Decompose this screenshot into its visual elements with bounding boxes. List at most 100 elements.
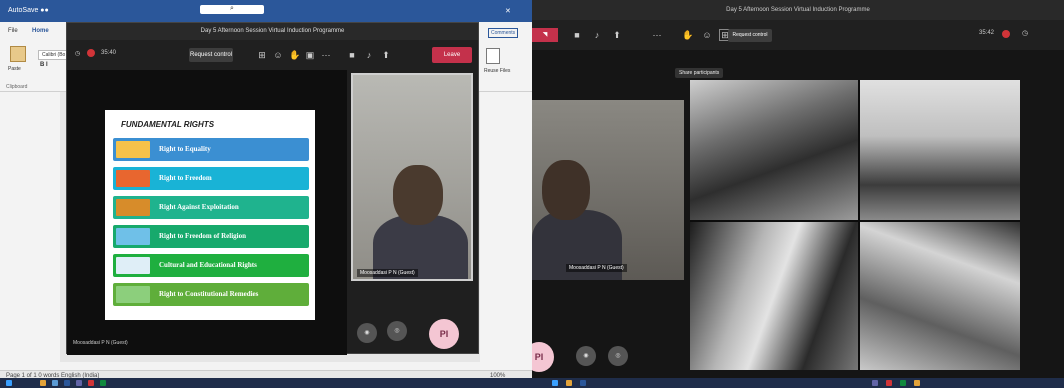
close-icon[interactable]: ✕ (505, 7, 511, 15)
participant-tile-icon[interactable]: ◎ (387, 321, 407, 341)
slide-item-thumbnail (116, 257, 150, 274)
presenter-name: Moosaddasi P N (Guest) (73, 340, 128, 346)
camera-icon[interactable]: ■ (347, 50, 357, 60)
teams-titlebar: Day 5 Afternoon Session Virtual Inductio… (67, 23, 478, 40)
slide-item-label: Right to Equality (159, 145, 211, 153)
meeting-info-icon[interactable]: ◷ (75, 50, 80, 57)
reuse-files-icon[interactable] (486, 48, 500, 64)
taskbar-app-icon[interactable] (566, 380, 572, 386)
word-titlebar: AutoSave ●● ⌕ ✕ (0, 0, 532, 22)
view-icon[interactable]: ▣ (305, 50, 315, 60)
word-search-icon[interactable]: ⌕ (200, 5, 264, 14)
slide-list-item: Cultural and Educational Rights (113, 254, 309, 277)
teams-meeting-controls: ◷ 35:40 Request control ⊞ ☺ ✋ ▣ ⋯ ■ ♪ ⬆ … (67, 40, 478, 70)
slide-item-thumbnail (116, 141, 150, 158)
windows-taskbar-2 (532, 378, 1064, 388)
tab-file[interactable]: File (8, 28, 18, 34)
share-icon[interactable]: ⬆ (612, 30, 622, 40)
taskbar-app-icon[interactable] (914, 380, 920, 386)
participant-name-tag: Moosaddasi P N (Guest) (357, 269, 418, 277)
paste-icon[interactable] (10, 46, 26, 62)
presentation-slide: FUNDAMENTAL RIGHTS Right to Equality Righ… (105, 110, 315, 320)
teams-titlebar-2: Day 5 Afternoon Session Virtual Inductio… (532, 0, 1064, 20)
taskbar-app-icon[interactable] (900, 380, 906, 386)
slide-item-thumbnail (116, 228, 150, 245)
avatar[interactable]: PI (532, 342, 554, 372)
participant-face (393, 165, 443, 225)
taskbar-app-icon[interactable] (88, 380, 94, 386)
shared-screen-stage: FUNDAMENTAL RIGHTS Right to Equality Righ… (67, 70, 347, 355)
comments-button[interactable]: Comments (488, 28, 519, 38)
taskbar-app-icon[interactable] (886, 380, 892, 386)
share-icon[interactable]: ⬆ (381, 50, 391, 60)
slide-item-label: Cultural and Educational Rights (159, 261, 257, 269)
taskbar-app-icon[interactable] (52, 380, 58, 386)
mic-icon[interactable]: ♪ (592, 30, 602, 40)
taskbar-app-icon[interactable] (580, 380, 586, 386)
slide-title: FUNDAMENTAL RIGHTS (121, 120, 215, 129)
group-photo (860, 80, 1020, 220)
autosave-label: AutoSave ●● (8, 7, 49, 14)
handover-photo (690, 222, 858, 370)
request-control-button[interactable]: Request control (189, 48, 233, 62)
windows-taskbar (0, 378, 532, 388)
meeting-timer-2: 35:42 (979, 30, 995, 36)
more-icon[interactable]: ⋯ (652, 30, 662, 40)
bold-icon[interactable]: B I (40, 62, 48, 68)
assembly-photo (690, 80, 858, 220)
slide-list-item: Right Against Exploitation (113, 196, 309, 219)
font-name-field[interactable]: Calibri (Bo (38, 50, 70, 60)
shared-photo-collage (690, 80, 1020, 370)
chat-icon[interactable]: ⊞ (257, 50, 267, 60)
slide-item-label: Right to Constitutional Remedies (159, 290, 259, 298)
slide-item-thumbnail (116, 170, 150, 187)
participant-tile-icon[interactable]: ◎ (608, 346, 628, 366)
left-screenshot: AutoSave ●● ⌕ ✕ File Home Paste Calibri … (0, 0, 532, 388)
clipboard-label: Clipboard (6, 84, 28, 90)
people-icon[interactable]: ☺ (273, 50, 283, 60)
slide-list-item: Right to Equality (113, 138, 309, 161)
slide-item-label: Right Against Exploitation (159, 203, 239, 211)
teams-meeting-controls-2: ◥ ■ ♪ ⬆ ⋯ ✋ ☺ ⊞ Request control 35:42 ◷ (532, 20, 1064, 50)
raise-hand-icon[interactable]: ✋ (289, 50, 300, 60)
tooltip: Share participants (675, 68, 724, 78)
slide-item-thumbnail (116, 286, 150, 303)
mic-icon[interactable]: ♪ (364, 50, 374, 60)
slide-list-item: Right to Constitutional Remedies (113, 283, 309, 306)
recording-icon (1002, 30, 1010, 38)
taskbar-app-icon[interactable] (552, 380, 558, 386)
taskbar-app-icon[interactable] (76, 380, 82, 386)
slide-item-label: Right to Freedom of Religion (159, 232, 246, 240)
taskbar-app-icon[interactable] (40, 380, 46, 386)
meeting-timer: 35:40 (101, 50, 117, 56)
leave-button-2[interactable]: ◥ (532, 28, 558, 42)
request-control-button-2[interactable]: Request control (728, 29, 772, 42)
tab-home[interactable]: Home (32, 28, 49, 34)
slide-list-item: Right to Freedom (113, 167, 309, 190)
participant-face (542, 160, 590, 220)
teams-meeting-window: Day 5 Afternoon Session Virtual Inductio… (66, 22, 479, 355)
taskbar-app-icon[interactable] (64, 380, 70, 386)
slide-item-label: Right to Freedom (159, 174, 212, 182)
meeting-info-icon[interactable]: ◷ (1022, 29, 1028, 37)
participant-name-tag-2: Moosaddasi P N (Guest) (566, 264, 627, 272)
taskbar-app-icon[interactable] (100, 380, 106, 386)
participant-video-2[interactable] (532, 100, 684, 280)
reuse-files-label: Reuse Files (484, 68, 511, 74)
reactions-icon[interactable]: ☺ (702, 30, 712, 40)
avatar[interactable]: PI (429, 319, 459, 349)
slide-list-item: Right to Freedom of Religion (113, 225, 309, 248)
start-icon[interactable] (6, 380, 12, 386)
taskbar-app-icon[interactable] (872, 380, 878, 386)
more-icon[interactable]: ⋯ (321, 50, 331, 60)
slide-item-thumbnail (116, 199, 150, 216)
mic-off-icon[interactable]: ◉ (357, 323, 377, 343)
signing-photo (860, 222, 1020, 370)
leave-button[interactable]: Leave (432, 47, 472, 63)
paste-label: Paste (8, 66, 21, 72)
participant-video[interactable]: Moosaddasi P N (Guest) (351, 73, 473, 281)
mic-off-icon[interactable]: ◉ (576, 346, 596, 366)
raise-hand-icon[interactable]: ✋ (682, 30, 693, 40)
camera-icon[interactable]: ■ (572, 30, 582, 40)
right-screenshot: Day 5 Afternoon Session Virtual Inductio… (532, 0, 1064, 388)
